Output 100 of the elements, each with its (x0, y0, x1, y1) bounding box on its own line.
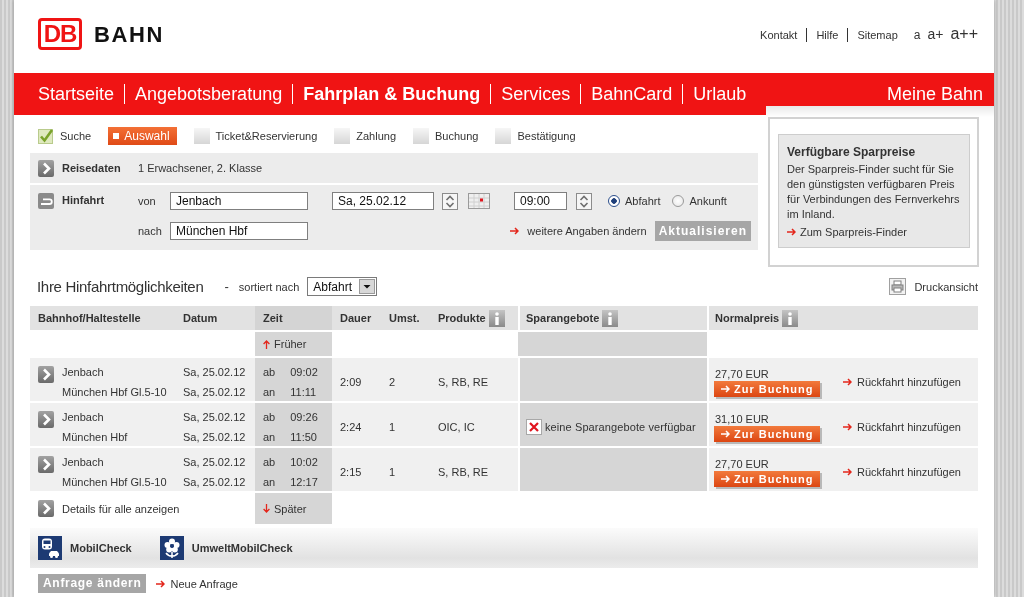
stepper-icon[interactable] (442, 192, 458, 210)
from-field[interactable]: Jenbach (170, 192, 308, 210)
radio-button[interactable] (672, 195, 685, 207)
date-text: Sa, 25.02.12 (183, 385, 246, 400)
chevron-icon[interactable] (38, 159, 54, 177)
details-link[interactable]: Details für alle anzeigen (62, 501, 180, 516)
column-header: Dauer (340, 311, 372, 325)
arrow-icon (843, 378, 852, 386)
book-button[interactable]: Zur Buchung (714, 426, 820, 442)
column-header: Zeit (263, 311, 283, 325)
step-label: Buchung (435, 129, 479, 143)
new-request-link[interactable]: Neue Anfrage (156, 576, 238, 591)
arrow-icon (510, 227, 520, 235)
step-label: Suche (60, 129, 92, 143)
sort-select[interactable]: Abfahrt (307, 277, 378, 296)
time-label: ab (263, 410, 276, 425)
radio-button[interactable] (608, 195, 620, 207)
time-label: ab (263, 365, 276, 380)
later-link[interactable]: Später (263, 501, 307, 516)
text-size-link[interactable]: a+ (927, 27, 944, 41)
nav-tab[interactable]: Urlaub (682, 84, 757, 104)
nav-tab[interactable]: Services (490, 84, 581, 104)
time-text: 11:11 (290, 385, 317, 400)
return-trip-link[interactable]: Rückfahrt hinzufügen (843, 416, 961, 434)
nav-tab[interactable]: Angebotsberatung (124, 84, 293, 104)
date-field[interactable]: Sa, 25.02.12 (332, 192, 434, 210)
column-header: Umst. (389, 311, 420, 325)
duration-text: 2:24 (340, 420, 362, 434)
price-text: 31,10 EUR (715, 412, 769, 426)
time-label: an (263, 430, 276, 445)
arrow-icon (721, 385, 730, 393)
text-size-link[interactable]: a (913, 28, 921, 42)
station-name: Jenbach (62, 455, 104, 470)
logo[interactable]: DB (38, 18, 82, 50)
return-trip-link[interactable]: Rückfahrt hinzufügen (843, 371, 961, 389)
return-trip-link[interactable]: Rückfahrt hinzufügen (843, 461, 961, 479)
arrow-icon (721, 475, 730, 483)
time-field[interactable]: 09:00 (514, 192, 567, 210)
stepper-icon[interactable] (576, 192, 592, 210)
service-link[interactable]: Kontakt (751, 28, 807, 42)
tool-link[interactable]: UmweltMobilCheck (159, 536, 293, 560)
travel-summary: 1 Erwachsener, 2. Klasse (138, 162, 263, 174)
date-text: Sa, 25.02.12 (183, 430, 246, 445)
step-label: Zahlung (356, 129, 396, 143)
time-text: 11:50 (290, 430, 317, 445)
book-button[interactable]: Zur Buchung (714, 471, 820, 487)
nav-tab[interactable]: Fahrplan & Buchung (292, 84, 491, 104)
station-name: Jenbach (62, 410, 104, 425)
printer-icon (889, 278, 907, 295)
price-text: 27,70 EUR (715, 367, 769, 381)
arrow-icon (787, 228, 796, 236)
info-icon[interactable] (602, 309, 619, 327)
caret-icon (359, 279, 376, 294)
section-title: Hinfahrt (62, 193, 105, 208)
tool-link[interactable]: MobilCheck (38, 536, 132, 560)
time-label: an (263, 475, 276, 490)
sort-label: sortiert nach (238, 279, 300, 294)
station-name: München Hbf (62, 430, 128, 445)
down-arrow-icon (263, 504, 270, 513)
chevron-icon[interactable] (38, 366, 54, 383)
finder-link[interactable]: Zum Sparpreis-Finder (787, 225, 907, 239)
section-title: Reisedaten (62, 161, 121, 176)
info-icon[interactable] (488, 309, 505, 327)
nav-tab[interactable]: BahnCard (580, 84, 683, 104)
column-header: Sparangebote (526, 311, 600, 325)
to-field[interactable]: München Hbf (170, 222, 308, 240)
date-text: Sa, 25.02.12 (183, 455, 246, 470)
changes-text: 1 (389, 465, 396, 479)
price-text: 27,70 EUR (715, 457, 769, 471)
service-link[interactable]: Hilfe (806, 28, 848, 42)
print-link[interactable]: Druckansicht (889, 278, 978, 295)
results-title: Ihre Hinfahrtmöglichkeiten (37, 277, 204, 296)
radio-label[interactable]: Abfahrt (625, 194, 661, 208)
text-size-link[interactable]: a++ (950, 27, 978, 41)
chevron-icon[interactable] (38, 500, 54, 517)
book-button[interactable]: Zur Buchung (714, 381, 820, 397)
time-label: ab (263, 455, 276, 470)
calendar-icon[interactable] (468, 193, 490, 209)
column-header: Bahnhof/Haltestelle (38, 311, 141, 325)
up-arrow-icon (263, 339, 270, 349)
time-text: 09:26 (290, 410, 318, 425)
account-link[interactable]: Meine Bahn (876, 84, 983, 104)
arrow-icon (721, 430, 730, 438)
time-text: 12:17 (290, 475, 318, 490)
changes-text: 1 (389, 420, 396, 434)
station-name: Jenbach (62, 365, 104, 380)
column-header: Normalpreis (715, 311, 780, 325)
nav-tab[interactable]: Startseite (28, 84, 125, 104)
info-icon[interactable] (782, 309, 799, 327)
arrow-icon (156, 579, 166, 588)
service-link[interactable]: Sitemap (847, 28, 907, 42)
cross-icon (526, 418, 542, 435)
chevron-icon[interactable] (38, 456, 54, 473)
more-options-link[interactable]: weitere Angaben ändern (510, 224, 647, 238)
earlier-link[interactable]: Früher (263, 337, 307, 351)
chevron-icon[interactable] (38, 411, 54, 428)
brand-name: BAHN (94, 22, 164, 48)
radio-label[interactable]: Ankunft (689, 194, 727, 208)
saver-offer-text: keine Sparangebote verfügbar (545, 419, 696, 434)
date-text: Sa, 25.02.12 (183, 475, 246, 490)
